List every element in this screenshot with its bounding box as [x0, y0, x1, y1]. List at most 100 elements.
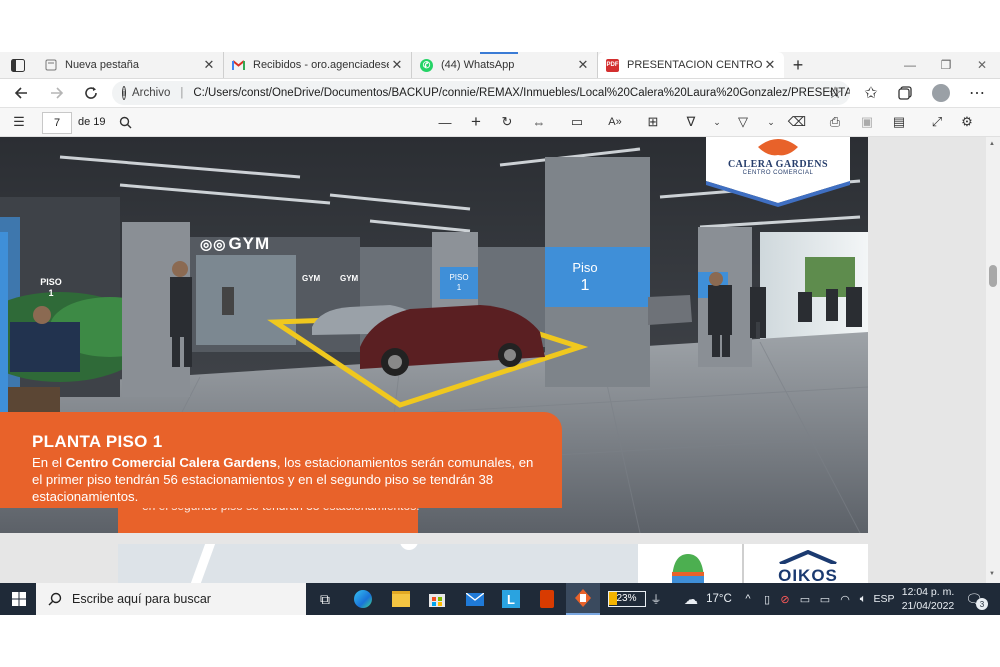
calera-gardens-logo: CALERA GARDENS CENTRO COMERCIAL: [706, 137, 850, 207]
edge-icon[interactable]: [346, 583, 380, 615]
close-icon[interactable]: ✕: [575, 57, 591, 73]
fullscreen-icon[interactable]: ⤢: [926, 108, 948, 136]
pdf-next-page: OIKOS: [118, 544, 868, 583]
chevron-up-icon[interactable]: ^: [740, 583, 756, 615]
slide-heading: PLANTA PISO 1: [32, 432, 163, 451]
favorites-icon[interactable]: ✩: [858, 79, 884, 107]
browser-tab-bar: Nueva pestaña ✕ Recibidos - oro.agenciad…: [0, 52, 1000, 79]
device-icon[interactable]: ▯: [758, 583, 776, 615]
restore-button[interactable]: ❐: [928, 52, 964, 78]
close-window-button[interactable]: ✕: [964, 52, 1000, 78]
whatsapp-icon: ✆: [420, 58, 433, 72]
url-divider: |: [180, 87, 184, 99]
windows-start-icon[interactable]: [2, 583, 36, 615]
back-button[interactable]: [8, 79, 34, 107]
save-icon[interactable]: ▣: [856, 108, 878, 136]
close-icon[interactable]: ✕: [389, 57, 405, 73]
more-menu-icon[interactable]: ⋯: [964, 79, 990, 107]
settings-gear-icon[interactable]: ⚙: [956, 108, 978, 136]
pillar-label-text: PISO: [449, 273, 469, 282]
taskbar-search-box[interactable]: Escribe aquí para buscar: [36, 583, 306, 615]
collections-icon[interactable]: [892, 79, 918, 107]
pillar-label: Piso 1: [545, 259, 625, 295]
url-field[interactable]: i Archivo | C:/Users/const/OneDrive/Docu…: [112, 81, 850, 105]
save-as-icon[interactable]: ▤: [888, 108, 910, 136]
tab-loading-indicator: [480, 52, 518, 54]
tab-label: Nueva pestaña: [65, 59, 139, 71]
mail-icon[interactable]: [458, 583, 492, 615]
page-total: de 19: [78, 116, 106, 128]
divider: [742, 544, 744, 583]
text-icon[interactable]: ⊞: [642, 108, 664, 136]
logo-name: CALERA GARDENS: [727, 159, 829, 170]
eraser-icon[interactable]: ⌫: [786, 108, 808, 136]
close-icon[interactable]: ✕: [201, 57, 217, 73]
tab-nueva-pestana[interactable]: Nueva pestaña ✕: [36, 52, 224, 78]
page-number-input[interactable]: 7: [42, 112, 72, 134]
profile-avatar[interactable]: [928, 79, 954, 107]
highlight-icon[interactable]: ▽: [732, 108, 754, 136]
vertical-scrollbar[interactable]: ▲ ▼: [986, 137, 1000, 583]
info-box: PLANTA PISO 1 En el Centro Comercial Cal…: [0, 412, 562, 508]
lens-app-icon[interactable]: L: [494, 583, 528, 615]
rotate-icon[interactable]: ↻: [496, 108, 518, 136]
file-explorer-icon[interactable]: [384, 583, 418, 615]
contents-icon[interactable]: ☰: [8, 108, 30, 136]
favorite-star-icon[interactable]: ☆: [822, 79, 848, 107]
fit-page-icon[interactable]: ⇔: [528, 108, 550, 136]
cloud-weather-icon[interactable]: ☁: [680, 583, 702, 615]
zoom-out-icon[interactable]: —: [434, 108, 456, 136]
read-aloud-icon[interactable]: A»: [604, 108, 626, 136]
pillar-label: PISO 1: [440, 273, 478, 293]
page-view-icon[interactable]: ▭: [566, 108, 588, 136]
display-icon[interactable]: ▭: [796, 583, 814, 615]
next-page-leaf-icon: [668, 552, 708, 583]
office-icon[interactable]: [530, 583, 564, 615]
body-bold-text: Centro Comercial Calera Gardens: [65, 455, 277, 470]
scroll-down-icon[interactable]: ▼: [989, 571, 995, 577]
clock[interactable]: 12:04 p. m. 21/04/2022: [898, 585, 958, 613]
search-icon: [48, 592, 62, 606]
search-placeholder: Escribe aquí para buscar: [72, 592, 211, 606]
gym-logo-icon: ◎◎: [200, 235, 227, 252]
battery-indicator[interactable]: 23%: [608, 591, 646, 607]
close-icon[interactable]: ✕: [762, 57, 778, 73]
task-view-icon[interactable]: ⧉: [308, 583, 342, 615]
temperature[interactable]: 17°C: [704, 583, 734, 615]
info-icon[interactable]: i: [122, 86, 126, 100]
language-indicator[interactable]: ESP: [872, 583, 896, 615]
pdf-app-icon[interactable]: [566, 583, 600, 615]
minimize-button[interactable]: —: [892, 52, 928, 78]
battery-tray-icon[interactable]: ▭: [816, 583, 834, 615]
plug-icon[interactable]: ⏚: [648, 583, 664, 615]
new-tab-button[interactable]: +: [786, 52, 810, 78]
tab-label: Recibidos - oro.agenciadeseguros: [253, 59, 389, 71]
tab-presentacion[interactable]: PDF PRESENTACION CENTRO COMERCIAL ✕: [598, 52, 784, 78]
volume-icon[interactable]: 🔈︎: [854, 583, 872, 615]
antivirus-icon[interactable]: ⊘: [776, 583, 794, 615]
pillar-label-number: 1: [48, 288, 54, 298]
chevron-down-icon[interactable]: ⌄: [760, 108, 782, 136]
pdf-viewer[interactable]: ◎◎ GYM GYM GYM PISO 1 Piso 1 PISO 1 CALE…: [0, 137, 986, 583]
tab-whatsapp[interactable]: ✆ (44) WhatsApp ✕: [412, 52, 598, 78]
tab-actions-icon[interactable]: [4, 52, 32, 78]
chevron-down-icon[interactable]: ⌄: [706, 108, 728, 136]
logo-subtitle: CENTRO COMERCIAL: [742, 170, 814, 176]
print-icon[interactable]: ⎙: [824, 108, 846, 136]
wifi-icon[interactable]: ◠: [836, 583, 854, 615]
url-prefix: Archivo: [132, 87, 171, 99]
refresh-button[interactable]: [78, 79, 104, 107]
zoom-in-icon[interactable]: +: [465, 108, 487, 136]
pdf-icon: PDF: [606, 58, 619, 72]
gym-sign: ◎◎ GYM: [200, 233, 270, 255]
forward-button[interactable]: [44, 79, 70, 107]
pillar-label-text: Piso: [572, 260, 598, 275]
store-icon[interactable]: [420, 583, 454, 615]
search-icon[interactable]: [114, 108, 136, 136]
scroll-up-icon[interactable]: ▲: [989, 141, 995, 147]
scrollbar-thumb[interactable]: [989, 265, 997, 287]
draw-icon[interactable]: ∇: [680, 108, 702, 136]
tab-gmail[interactable]: Recibidos - oro.agenciadeseguros ✕: [224, 52, 412, 78]
gmail-icon: [232, 59, 245, 72]
address-bar-row: i Archivo | C:/Users/const/OneDrive/Docu…: [0, 79, 1000, 108]
